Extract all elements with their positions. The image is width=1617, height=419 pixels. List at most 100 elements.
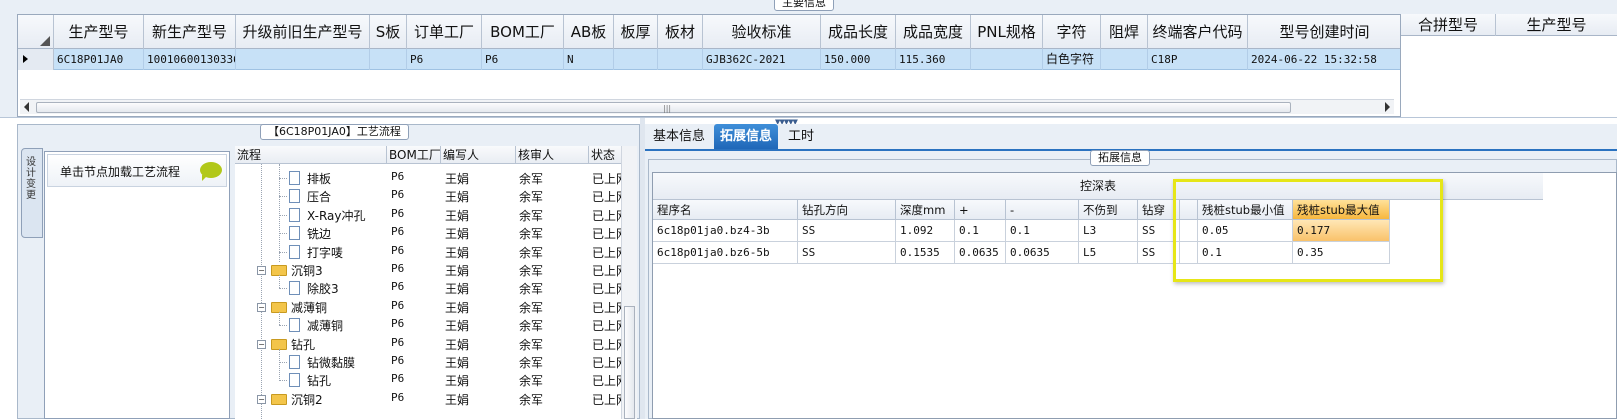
col-header[interactable]: 板厚 [614,15,658,49]
tree-reviewer: 余军 [519,190,544,205]
select-all-corner[interactable] [18,15,54,49]
tree-node-label: 钻微黏膜 [307,356,356,370]
col-header[interactable]: 板材 [658,15,703,49]
col-header[interactable]: - [1006,200,1079,220]
cell-plus[interactable]: 0.1 [955,220,1006,242]
col-header[interactable]: 成品长度 [821,15,896,49]
cell-standard[interactable]: GJB362C-2021 [703,49,821,70]
cell-no-damage[interactable]: L3 [1079,220,1138,242]
cell-thickness[interactable] [614,49,658,70]
tree-reviewer: 余军 [519,172,544,186]
cell-new-model[interactable]: 10010600130336 [144,49,236,70]
tree-row[interactable]: 打字唛 P6 王娟 余军 已上网 [235,243,628,261]
col-header[interactable]: 合拼型号 [1401,14,1496,36]
tree-bom: P6 [391,262,405,275]
tree-row[interactable]: 铣边 P6 王娟 余军 已上网 [235,224,628,242]
tree-vertical-scrollbar[interactable] [621,146,637,419]
col-header[interactable]: 生产型号 [1496,14,1617,36]
tab-work-hours[interactable]: 工时 [782,124,820,149]
side-tab-design-change[interactable]: 设计变更 [21,148,43,238]
tree-row[interactable]: − 沉铜3 P6 王娟 余军 已上网 [235,261,628,279]
cell-width[interactable]: 115.360 [896,49,971,70]
cell-depth[interactable]: 1.092 [896,220,955,242]
tree-writer: 王娟 [445,245,470,260]
tree-reviewer: 余军 [519,392,544,407]
tree-reviewer: 余军 [519,245,544,260]
tree-bom: P6 [391,354,405,367]
cell-ab-board[interactable]: N [564,49,614,70]
tree-row[interactable]: 钻微黏膜 P6 王娟 余军 已上网 [235,349,628,381]
col-header[interactable]: 订单工厂 [407,15,482,49]
col-header[interactable]: AB板 [564,15,614,49]
tab-basic-info[interactable]: 基本信息 [647,124,711,149]
cell-solder-mask[interactable] [1101,49,1148,70]
collapse-icon[interactable]: − [257,302,266,312]
process-flow-title: 【6C18P01JA0】工艺流程 [260,124,409,140]
cell-minus[interactable]: 0.1 [1006,220,1079,242]
table-row[interactable]: 6C18P01JA0 10010600130336 P6 P6 N GJB362… [18,49,1400,70]
scroll-right-icon[interactable] [1385,102,1390,112]
col-header[interactable]: 钻孔方向 [798,200,896,220]
cell-bom-factory[interactable]: P6 [482,49,564,70]
cell-drill-direction[interactable]: SS [798,242,896,264]
col-header[interactable]: + [955,200,1006,220]
collapse-icon[interactable]: − [257,339,266,349]
col-header[interactable]: 核审人 [516,146,589,164]
horizontal-scrollbar[interactable]: ||| [20,99,1394,114]
cell-character[interactable]: 白色字符 [1043,49,1101,70]
cell-created-time[interactable]: 2024-06-22 15:32:58 [1248,49,1400,70]
cell-length[interactable]: 150.000 [821,49,896,70]
col-header[interactable]: BOM工厂 [482,15,564,49]
cell-old-model[interactable] [236,49,370,70]
load-flow-button[interactable]: 单击节点加载工艺流程 [47,154,227,187]
col-header[interactable]: 生产型号 [54,15,144,49]
cell-order-factory[interactable]: P6 [407,49,482,70]
col-header[interactable]: 新生产型号 [144,15,236,49]
file-icon [289,244,300,259]
cell-no-damage[interactable]: L5 [1079,242,1138,264]
tree-writer: 王娟 [445,172,470,186]
col-header[interactable]: 程序名 [653,200,798,220]
cell-program-name[interactable]: 6c18p01ja0.bz6-5b [653,242,798,264]
col-header[interactable]: 字符 [1043,15,1101,49]
cell-material[interactable] [658,49,703,70]
cell-s-board[interactable] [370,49,407,70]
tree-row[interactable]: X-Ray冲孔 P6 王娟 余军 已上网 [235,206,628,224]
tree-row[interactable]: 压合 P6 王娟 余军 已上网 [235,187,628,205]
col-header[interactable]: 阻焊 [1101,15,1148,49]
tab-extended-info[interactable]: 拓展信息 [714,124,779,149]
col-header[interactable]: 不伤到 [1079,200,1138,220]
col-header[interactable]: PNL规格 [971,15,1043,49]
cell-minus[interactable]: 0.0635 [1006,242,1079,264]
cell-depth[interactable]: 0.1535 [896,242,955,264]
col-header[interactable]: 流程 [235,146,387,164]
col-header[interactable]: S板 [370,15,407,49]
collapse-icon[interactable]: − [257,394,266,404]
tree-row[interactable]: 钻孔 P6 王娟 余军 已上网 [235,371,628,389]
col-header[interactable]: BOM工厂 [387,146,441,164]
col-header[interactable]: 成品宽度 [896,15,971,49]
cell-pnl[interactable] [971,49,1043,70]
col-header[interactable]: 型号创建时间 [1248,15,1400,49]
tree-row[interactable]: − 减薄铜 P6 王娟 余军 已上网 [235,298,628,316]
col-header[interactable]: 终端客户代码 [1148,15,1248,49]
cell-customer-code[interactable]: C18P [1148,49,1248,70]
tree-row[interactable]: 减薄铜 P6 王娟 余军 已上网 [235,312,628,334]
tree-row[interactable]: 除胶3 P6 王娟 余军 已上网 [235,275,628,297]
tree-row[interactable]: − 钻孔 P6 王娟 余军 已上网 [235,335,628,353]
tree-row[interactable]: − 沉铜2 P6 王娟 余军 已上网 [235,390,628,408]
cell-program-name[interactable]: 6c18p01ja0.bz4-3b [653,220,798,242]
cell-plus[interactable]: 0.0635 [955,242,1006,264]
col-header[interactable]: 深度mm [896,200,955,220]
cell-drill-direction[interactable]: SS [798,220,896,242]
scroll-left-icon[interactable] [24,102,29,112]
tree-node-label: X-Ray冲孔 [307,208,366,223]
col-header[interactable]: 升级前旧生产型号 [236,15,370,49]
col-header[interactable]: 验收标准 [703,15,821,49]
cell-model[interactable]: 6C18P01JA0 [54,49,144,70]
scroll-thumb[interactable] [624,306,635,419]
tree-row[interactable]: 排板 P6 王娟 余军 已上网 [235,169,628,187]
col-header[interactable]: 编写人 [441,146,516,164]
scroll-thumb[interactable]: ||| [36,102,1291,113]
collapse-icon[interactable]: − [257,266,266,275]
